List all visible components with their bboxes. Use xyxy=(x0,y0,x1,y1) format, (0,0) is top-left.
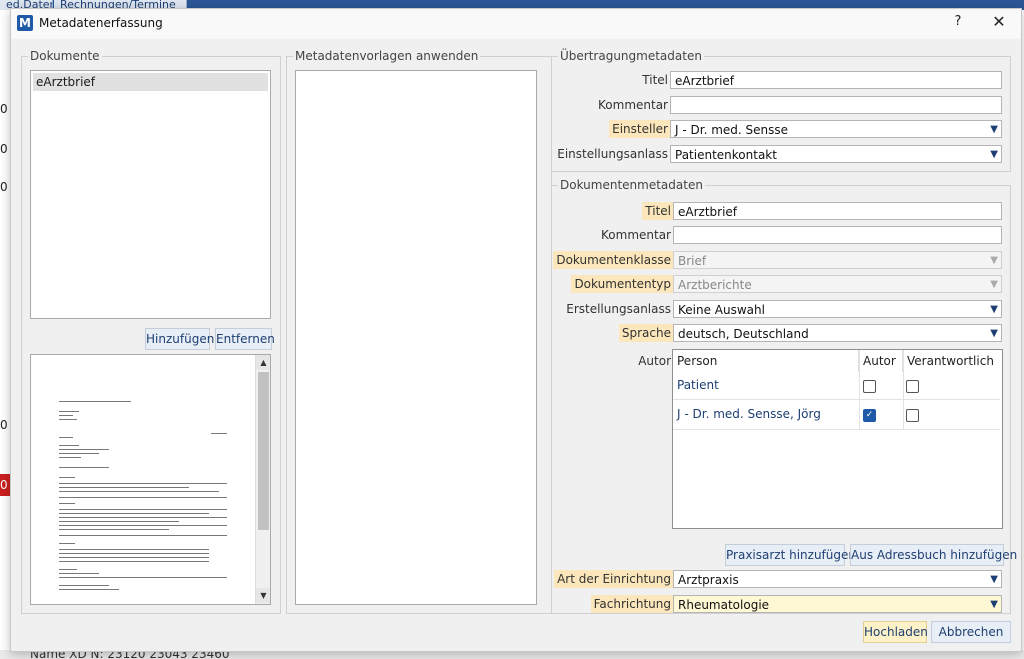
table-row[interactable]: Patient xyxy=(673,372,1000,400)
chevron-down-icon: ▼ xyxy=(990,124,998,135)
background-row-value: 0 xyxy=(0,180,8,194)
docmeta-type-value: Arztberichte xyxy=(678,278,752,292)
background-row-value: 0 xyxy=(0,102,8,116)
docmeta-facility-label: Art der Einrichtung xyxy=(554,570,674,588)
docmeta-creation-select[interactable]: Keine Auswahl ▼ xyxy=(673,300,1002,318)
background-row-value: 0 xyxy=(0,418,8,432)
dialog-titlebar: M Metadatenerfassung ? ✕ xyxy=(11,9,1021,39)
transfer-title-input[interactable]: eArztbrief xyxy=(670,71,1002,89)
transfer-reason-value: Patientenkontakt xyxy=(675,148,777,162)
transfer-legend: Übertragungmetadaten xyxy=(558,49,704,63)
transfer-title-label: Titel xyxy=(642,73,668,87)
chevron-down-icon: ▼ xyxy=(990,149,998,160)
docmeta-class-label: Dokumentenklasse xyxy=(553,251,674,269)
document-preview[interactable]: ▲ ▼ xyxy=(30,354,271,605)
chevron-down-icon: ▼ xyxy=(990,304,998,315)
close-button[interactable]: ✕ xyxy=(989,12,1009,31)
docmeta-title-input[interactable]: eArztbrief xyxy=(673,202,1002,220)
chevron-down-icon: ▼ xyxy=(990,255,998,266)
document-page-thumbnail xyxy=(31,355,255,604)
dialog-title: Metadatenerfassung xyxy=(39,16,163,30)
docmeta-type-select[interactable]: Arztberichte ▼ xyxy=(673,275,1002,293)
transfer-author-value: J - Dr. med. Sensse xyxy=(675,123,789,137)
list-item[interactable]: eArztbrief xyxy=(33,73,268,91)
transfer-author-label: Einsteller xyxy=(609,120,671,138)
transfer-reason-label: Einstellungsanlass xyxy=(557,147,668,161)
docmeta-facility-select[interactable]: Arztpraxis ▼ xyxy=(673,570,1002,588)
chevron-down-icon: ▼ xyxy=(990,279,998,290)
docmeta-comment-input[interactable] xyxy=(673,226,1002,244)
author-person-cell: J - Dr. med. Sensse, Jörg xyxy=(677,407,821,421)
docmeta-comment-label: Kommentar xyxy=(601,228,671,242)
transfer-reason-select[interactable]: Patientenkontakt ▼ xyxy=(670,145,1002,163)
help-button[interactable]: ? xyxy=(951,14,965,29)
author-checkbox[interactable] xyxy=(863,380,876,393)
add-from-addressbook-button[interactable]: Aus Adressbuch hinzufügen xyxy=(850,544,1017,566)
documents-legend: Dokumente xyxy=(28,49,102,63)
templates-group: Metadatenvorlagen anwenden xyxy=(286,49,552,614)
docmeta-author-label: Autor xyxy=(638,354,671,368)
docmeta-language-select[interactable]: deutsch, Deutschland ▼ xyxy=(673,324,1002,342)
scrollbar-thumb[interactable] xyxy=(258,372,269,530)
author-checkbox[interactable]: ✓ xyxy=(863,409,876,422)
docmeta-language-value: deutsch, Deutschland xyxy=(678,327,809,341)
docmeta-facility-value: Arztpraxis xyxy=(678,573,739,587)
docmeta-class-select[interactable]: Brief ▼ xyxy=(673,251,1002,269)
background-row-value: 0 xyxy=(0,142,8,156)
remove-document-button[interactable]: Entfernen xyxy=(215,328,275,350)
preview-scrollbar[interactable]: ▲ ▼ xyxy=(255,355,270,604)
docmeta-creation-label: Erstellungsanlass xyxy=(566,302,671,316)
documents-group: Dokumente eArztbrief Hinzufügen Entferne… xyxy=(21,49,281,614)
author-table-header-autor[interactable]: Autor xyxy=(859,350,903,372)
author-person-cell: Patient xyxy=(677,378,719,392)
chevron-down-icon: ▼ xyxy=(990,574,998,585)
docmeta-language-label: Sprache xyxy=(618,324,674,342)
transfer-metadata-group: Übertragungmetadaten Titel eArztbrief Ko… xyxy=(551,49,1011,172)
author-table-header-person[interactable]: Person xyxy=(673,350,859,372)
upload-button[interactable]: Hochladen xyxy=(863,621,928,643)
responsible-checkbox[interactable] xyxy=(906,380,919,393)
docmeta-specialty-select[interactable]: Rheumatologie ▼ xyxy=(673,595,1002,613)
docmeta-specialty-label: Fachrichtung xyxy=(590,595,674,613)
docmeta-legend: Dokumentenmetadaten xyxy=(558,178,705,192)
docmeta-type-label: Dokumententyp xyxy=(571,275,674,293)
add-document-button[interactable]: Hinzufügen xyxy=(145,328,214,350)
documents-list[interactable]: eArztbrief xyxy=(30,70,271,319)
transfer-comment-label: Kommentar xyxy=(598,98,668,112)
docmeta-creation-value: Keine Auswahl xyxy=(678,303,765,317)
scroll-up-icon[interactable]: ▲ xyxy=(256,355,270,370)
transfer-author-select[interactable]: J - Dr. med. Sensse ▼ xyxy=(670,120,1002,138)
cancel-button[interactable]: Abbrechen xyxy=(931,621,1011,643)
transfer-comment-input[interactable] xyxy=(670,96,1002,114)
scroll-down-icon[interactable]: ▼ xyxy=(256,588,270,603)
templates-list[interactable] xyxy=(295,70,537,605)
add-practice-doctor-button[interactable]: Praxisarzt hinzufügen xyxy=(725,544,856,566)
docmeta-specialty-value: Rheumatologie xyxy=(678,598,770,612)
chevron-down-icon: ▼ xyxy=(990,599,998,610)
metadata-dialog: M Metadatenerfassung ? ✕ Dokumente eArzt… xyxy=(10,8,1022,652)
responsible-checkbox[interactable] xyxy=(906,409,919,422)
docmeta-title-label: Titel xyxy=(642,202,674,220)
author-table-header-responsible[interactable]: Verantwortlich xyxy=(903,350,1000,372)
app-logo-icon: M xyxy=(17,15,33,31)
table-row[interactable]: J - Dr. med. Sensse, Jörg ✓ xyxy=(673,400,1000,430)
chevron-down-icon: ▼ xyxy=(990,328,998,339)
author-table[interactable]: Person Autor Verantwortlich Patient J - … xyxy=(672,349,1003,529)
background-row-value: 0 xyxy=(0,478,8,492)
document-metadata-group: Dokumentenmetadaten Titel eArztbrief Kom… xyxy=(551,178,1017,614)
templates-legend: Metadatenvorlagen anwenden xyxy=(293,49,481,63)
docmeta-class-value: Brief xyxy=(678,254,707,268)
